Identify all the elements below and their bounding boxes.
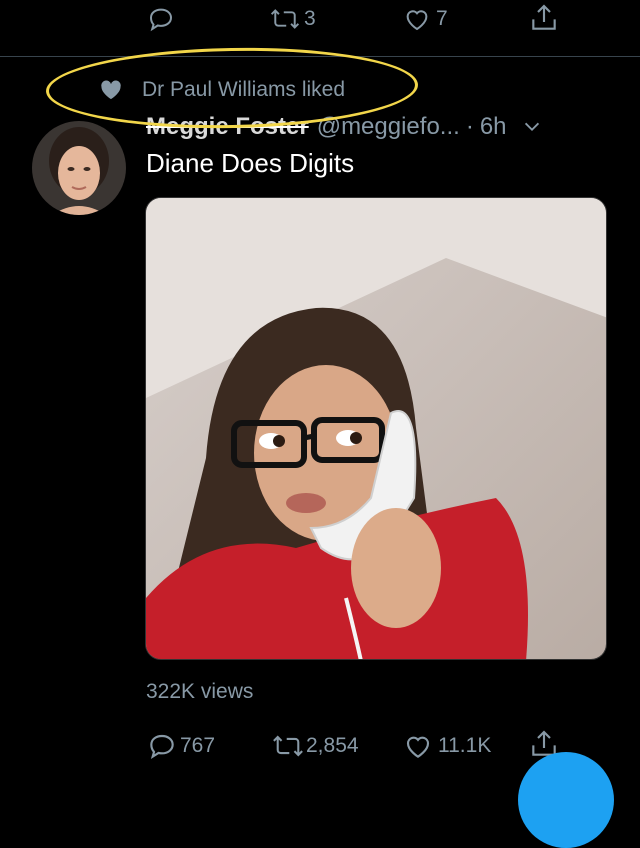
- view-count: 322K views: [146, 680, 254, 703]
- retweet-icon: [273, 735, 303, 757]
- previous-tweet-action-bar: 3 7: [0, 0, 640, 40]
- compose-fab[interactable]: [518, 752, 614, 848]
- retweet-button[interactable]: 3: [268, 4, 316, 34]
- reply-button[interactable]: [146, 4, 176, 34]
- chevron-down-icon[interactable]: [521, 116, 543, 138]
- like-icon: [406, 736, 430, 758]
- reply-button[interactable]: 767: [146, 730, 215, 762]
- like-count: 11.1K: [438, 734, 492, 757]
- like-count: 7: [436, 7, 448, 30]
- retweet-count: 3: [304, 7, 316, 30]
- reply-icon: [149, 8, 173, 32]
- like-icon: [406, 10, 428, 31]
- divider: [0, 56, 640, 57]
- retweet-button[interactable]: 2,854: [270, 730, 359, 762]
- reply-count: 767: [180, 734, 216, 757]
- avatar-image: [32, 121, 126, 215]
- share-icon: [532, 4, 556, 30]
- retweet-count: 2,854: [306, 734, 359, 757]
- social-context-text: Dr Paul Williams liked: [142, 78, 346, 101]
- social-context[interactable]: Dr Paul Williams liked: [100, 78, 345, 102]
- like-button[interactable]: 7: [402, 4, 448, 34]
- tweet-header: Meggie Foster @meggiefo... · 6h: [146, 110, 626, 144]
- share-button[interactable]: [528, 2, 560, 34]
- heart-icon: [101, 80, 121, 100]
- like-button[interactable]: 11.1K: [402, 730, 491, 762]
- reply-icon: [150, 734, 174, 760]
- author-handle[interactable]: @meggiefo...: [317, 113, 460, 141]
- timestamp[interactable]: 6h: [480, 113, 507, 141]
- retweet-icon: [270, 9, 300, 29]
- video-thumbnail: [146, 198, 606, 659]
- avatar[interactable]: [32, 121, 126, 215]
- tweet-text: Diane Does Digits: [146, 148, 355, 178]
- separator: ·: [465, 113, 474, 140]
- author-name[interactable]: Meggie Foster: [146, 113, 309, 141]
- tweet-video[interactable]: [145, 197, 607, 660]
